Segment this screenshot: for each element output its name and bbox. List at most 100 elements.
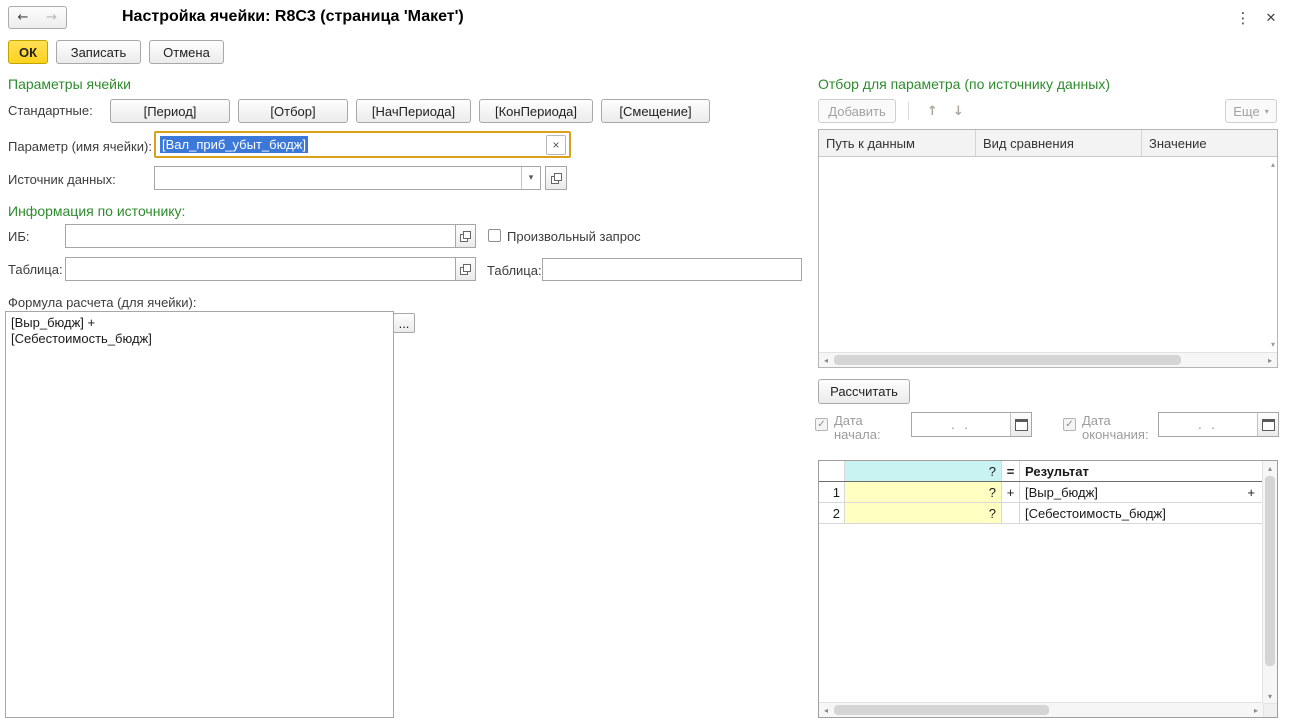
- calendar-icon: [1262, 419, 1275, 431]
- result-grid: ? = Результат 1 ? + [Выр_бюдж] + 2 ? [Се…: [818, 460, 1278, 718]
- data-source-label: Источник данных:: [8, 172, 116, 187]
- standard-offset-button[interactable]: [Смещение]: [601, 99, 710, 123]
- move-down-button[interactable]: ↓: [946, 99, 971, 123]
- row-question-cell[interactable]: ?: [845, 482, 1002, 502]
- ib-input[interactable]: [65, 224, 456, 248]
- toolbar-separator: [908, 102, 909, 120]
- data-source-input[interactable]: ▾: [154, 166, 541, 190]
- move-down-icon: ↓: [953, 104, 964, 119]
- cell-name-input[interactable]: [Вал_приб_убыт_бюдж] ×: [154, 131, 571, 158]
- open-icon: [460, 231, 471, 242]
- grid-header-result-cell: Результат: [1020, 461, 1263, 481]
- close-icon[interactable]: ✕: [1262, 8, 1280, 28]
- standard-period-button[interactable]: [Период]: [110, 99, 230, 123]
- date-end-input[interactable]: . .: [1158, 412, 1279, 437]
- write-button[interactable]: Записать: [56, 40, 141, 64]
- clear-icon: ×: [552, 138, 559, 152]
- vscrollbar-thumb[interactable]: [1265, 476, 1275, 666]
- row-result-cell[interactable]: [Выр_бюдж] +: [1020, 482, 1263, 502]
- standard-label: Стандартные:: [8, 103, 93, 118]
- column-header-value[interactable]: Значение: [1142, 130, 1277, 156]
- scroll-left-icon[interactable]: ◂: [819, 703, 833, 717]
- date-start-value: . .: [912, 417, 1010, 432]
- cell-name-selected-value: [Вал_приб_убыт_бюдж]: [160, 136, 308, 153]
- cancel-button[interactable]: Отмена: [149, 40, 224, 64]
- row-number: 2: [819, 503, 845, 523]
- formula-label: Формула расчета (для ячейки):: [8, 295, 196, 310]
- scroll-right-icon[interactable]: ▸: [1263, 353, 1277, 367]
- dropdown-icon: ▾: [1265, 107, 1269, 116]
- date-start-checkbox[interactable]: ✓: [815, 418, 828, 431]
- filter-table-hscrollbar[interactable]: ◂ ▸: [819, 352, 1277, 367]
- scroll-down-icon[interactable]: ▾: [1271, 340, 1275, 349]
- back-icon: ←: [18, 10, 29, 25]
- table-label: Таблица:: [8, 262, 63, 277]
- result-grid-header-row: ? = Результат: [819, 461, 1263, 482]
- table2-input[interactable]: [542, 258, 802, 281]
- table-input[interactable]: [65, 257, 456, 281]
- add-button[interactable]: Добавить: [818, 99, 896, 123]
- standard-period-end-button[interactable]: [КонПериода]: [479, 99, 593, 123]
- open-icon: [460, 264, 471, 275]
- standard-period-start-button[interactable]: [НачПериода]: [356, 99, 471, 123]
- row-question-cell[interactable]: ?: [845, 503, 1002, 523]
- grid-header-question-cell[interactable]: ?: [845, 461, 1002, 481]
- forward-button[interactable]: →: [37, 6, 67, 29]
- cell-settings-window: ← → Настройка ячейки: R8C3 (страница 'Ма…: [0, 0, 1291, 724]
- check-icon: ✓: [817, 419, 825, 430]
- ib-label: ИБ:: [8, 229, 30, 244]
- scrollbar-corner: [1263, 703, 1277, 717]
- formula-textarea[interactable]: [Выр_бюдж] + [Себестоимость_бюдж]: [5, 311, 394, 718]
- scroll-up-icon[interactable]: ▴: [1271, 160, 1275, 169]
- row-op-cell: +: [1002, 482, 1020, 502]
- result-grid-vscrollbar[interactable]: ▴ ▾: [1262, 461, 1277, 703]
- standard-filter-button[interactable]: [Отбор]: [238, 99, 348, 123]
- arbitrary-query-label: Произвольный запрос: [507, 229, 641, 244]
- date-end-value: . .: [1159, 417, 1257, 432]
- filter-table: Путь к данным Вид сравнения Значение ▴ ▾…: [818, 129, 1278, 368]
- cell-params-section-title: Параметры ячейки: [8, 76, 131, 92]
- date-end-calendar-button[interactable]: [1257, 413, 1278, 436]
- result-grid-row-2[interactable]: 2 ? [Себестоимость_бюдж]: [819, 503, 1263, 524]
- filter-table-body[interactable]: [819, 157, 1277, 341]
- table-open-button[interactable]: [455, 257, 476, 281]
- move-up-icon: ↑: [927, 104, 938, 119]
- hscrollbar-thumb[interactable]: [834, 355, 1181, 365]
- move-up-button[interactable]: ↑: [920, 99, 945, 123]
- date-end-label: Дата окончания:: [1082, 414, 1149, 442]
- date-start-calendar-button[interactable]: [1010, 413, 1031, 436]
- param-filter-section-title: Отбор для параметра (по источнику данных…: [818, 76, 1110, 92]
- date-start-input[interactable]: . .: [911, 412, 1032, 437]
- column-header-data-path[interactable]: Путь к данным: [819, 130, 976, 156]
- data-source-value: [155, 167, 521, 189]
- result-grid-row-1[interactable]: 1 ? + [Выр_бюдж] +: [819, 482, 1263, 503]
- calculate-button[interactable]: Рассчитать: [818, 379, 910, 404]
- scroll-down-icon[interactable]: ▾: [1263, 689, 1277, 703]
- more-button-label: Еще: [1233, 104, 1259, 119]
- ellipsis-icon: ...: [399, 316, 410, 331]
- clear-button[interactable]: ×: [546, 135, 566, 155]
- scroll-up-icon[interactable]: ▴: [1263, 461, 1277, 475]
- window-menu-icon[interactable]: ⋮: [1234, 8, 1252, 28]
- hscrollbar-thumb[interactable]: [834, 705, 1049, 715]
- dropdown-icon[interactable]: ▾: [521, 167, 540, 189]
- date-end-checkbox[interactable]: ✓: [1063, 418, 1076, 431]
- row-result-cell[interactable]: [Себестоимость_бюдж]: [1020, 503, 1263, 523]
- table2-label: Таблица:: [487, 263, 542, 278]
- column-header-comparison[interactable]: Вид сравнения: [976, 130, 1142, 156]
- forward-icon: →: [46, 10, 57, 25]
- scroll-right-icon[interactable]: ▸: [1249, 703, 1263, 717]
- arbitrary-query-checkbox[interactable]: [488, 229, 501, 242]
- row-number: 1: [819, 482, 845, 502]
- result-grid-hscrollbar[interactable]: ◂ ▸: [819, 702, 1263, 717]
- back-button[interactable]: ←: [8, 6, 38, 29]
- ok-button[interactable]: ОК: [8, 40, 48, 64]
- more-button[interactable]: Еще ▾: [1225, 99, 1277, 123]
- grid-header-op-cell: =: [1002, 461, 1020, 481]
- ib-open-button[interactable]: [455, 224, 476, 248]
- scroll-left-icon[interactable]: ◂: [819, 353, 833, 367]
- open-icon: [551, 173, 562, 184]
- formula-ellipsis-button[interactable]: ...: [393, 313, 415, 333]
- filter-table-header: Путь к данным Вид сравнения Значение: [819, 130, 1277, 157]
- data-source-open-button[interactable]: [545, 166, 567, 190]
